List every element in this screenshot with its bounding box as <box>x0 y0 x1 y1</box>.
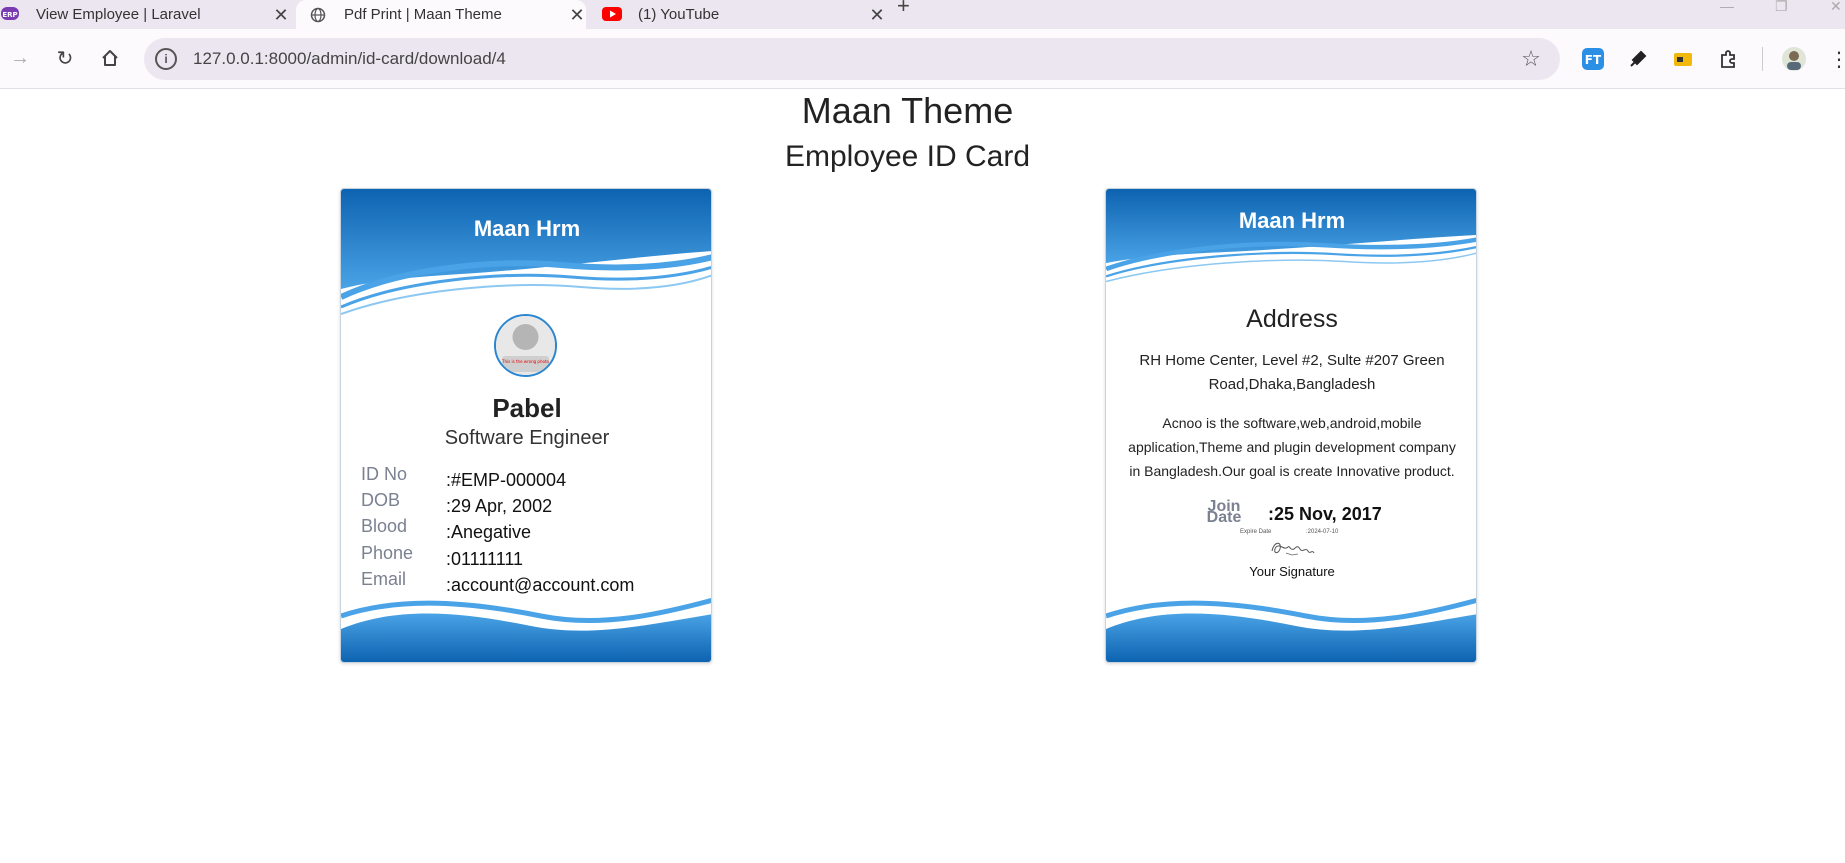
id-no-label: ID No <box>361 464 408 484</box>
signature-label: Your Signature <box>1249 564 1335 579</box>
erp-icon: ERP <box>0 6 20 23</box>
svg-text:ERP: ERP <box>2 11 17 19</box>
address-title: Address <box>1246 305 1338 333</box>
id-card-front: Maan Hrm This is the wrong photo Pabel S… <box>340 188 712 663</box>
browser-toolbar: → ↻ i 127.0.0.1:8000/admin/id-card/downl… <box>0 29 1845 89</box>
address-bar[interactable]: i 127.0.0.1:8000/admin/id-card/download/… <box>144 38 1560 80</box>
expire-date-value: :2024-07-10 <box>1306 529 1339 535</box>
tab-bar: ERP View Employee | Laravel ✕ Pdf Print … <box>0 0 1845 29</box>
profile-avatar[interactable] <box>1780 45 1808 73</box>
minimize-button[interactable]: — <box>1720 0 1734 13</box>
close-tab-icon[interactable]: ✕ <box>272 6 290 24</box>
close-window-button[interactable]: ✕ <box>1830 0 1842 13</box>
toolbar-separator <box>1762 47 1763 71</box>
phone-label: Phone <box>361 543 414 563</box>
home-icon[interactable] <box>97 45 123 71</box>
photo-caption: This is the wrong photo <box>501 359 549 364</box>
tab-view-employee[interactable]: ERP View Employee | Laravel ✕ <box>0 0 290 29</box>
phone-value: :01111111 <box>446 549 524 569</box>
youtube-icon <box>602 6 622 23</box>
signature-image <box>1271 542 1315 556</box>
new-tab-button[interactable]: + <box>897 0 910 17</box>
menu-kebab-icon[interactable]: ⋮ <box>1825 45 1845 73</box>
back-icon[interactable]: → <box>7 45 33 71</box>
extensions-puzzle-icon[interactable] <box>1714 45 1742 73</box>
dob-value: :29 Apr, 2002 <box>446 496 553 516</box>
page-title: Maan Theme <box>801 90 1014 131</box>
card-brand-back: Maan Hrm <box>1238 208 1346 233</box>
address-text: RH Home Center, Level #2, Sulte #207 Gre… <box>1139 352 1445 393</box>
wallet-extension-icon[interactable] <box>1669 45 1697 73</box>
restore-button[interactable]: ❐ <box>1775 0 1788 13</box>
card-footer-wave <box>1106 597 1476 662</box>
close-tab-icon[interactable]: ✕ <box>868 6 886 24</box>
bookmark-star-icon[interactable]: ☆ <box>1516 46 1546 72</box>
id-card-back: Maan Hrm Address RH Home Center, Level #… <box>1105 188 1477 663</box>
tab-youtube[interactable]: (1) YouTube ✕ <box>596 0 886 29</box>
email-value: :account@account.com <box>446 575 635 595</box>
tab-pdf-print[interactable]: Pdf Print | Maan Theme ✕ <box>296 0 586 29</box>
id-no-value: :#EMP-000004 <box>446 470 567 490</box>
page-content: Maan Theme Employee ID Card Maan Hrm Thi… <box>0 90 1845 863</box>
blood-label: Blood <box>361 516 408 536</box>
company-about-text: Acnoo is the software,web,android,mobile… <box>1128 415 1456 479</box>
close-tab-icon[interactable]: ✕ <box>568 6 586 24</box>
dob-label: DOB <box>361 490 401 510</box>
card-header-wave <box>1106 189 1476 283</box>
card-header-wave <box>341 189 711 315</box>
card-brand-front: Maan Hrm <box>473 216 581 241</box>
blood-value: :Anegative <box>446 522 532 542</box>
employee-name: Pabel <box>492 393 562 423</box>
email-label: Email <box>361 569 407 589</box>
employee-designation: Software Engineer <box>444 427 610 449</box>
color-picker-icon[interactable] <box>1624 45 1652 73</box>
translate-extension-icon[interactable]: FT <box>1579 45 1607 73</box>
expire-date-label: Expire Date <box>1240 529 1272 535</box>
page-subtitle: Employee ID Card <box>784 140 1031 173</box>
card-footer-wave <box>341 597 711 662</box>
reload-icon[interactable]: ↻ <box>52 45 78 71</box>
globe-icon <box>308 7 328 23</box>
join-date-value: :25 Nov, 2017 <box>1268 504 1382 524</box>
employee-photo: This is the wrong photo <box>494 314 557 377</box>
join-date-label: Join Date <box>1206 498 1242 526</box>
site-info-icon[interactable]: i <box>155 48 177 70</box>
url-text[interactable]: 127.0.0.1:8000/admin/id-card/download/4 <box>193 49 1516 69</box>
svg-text:FT: FT <box>1585 53 1602 67</box>
